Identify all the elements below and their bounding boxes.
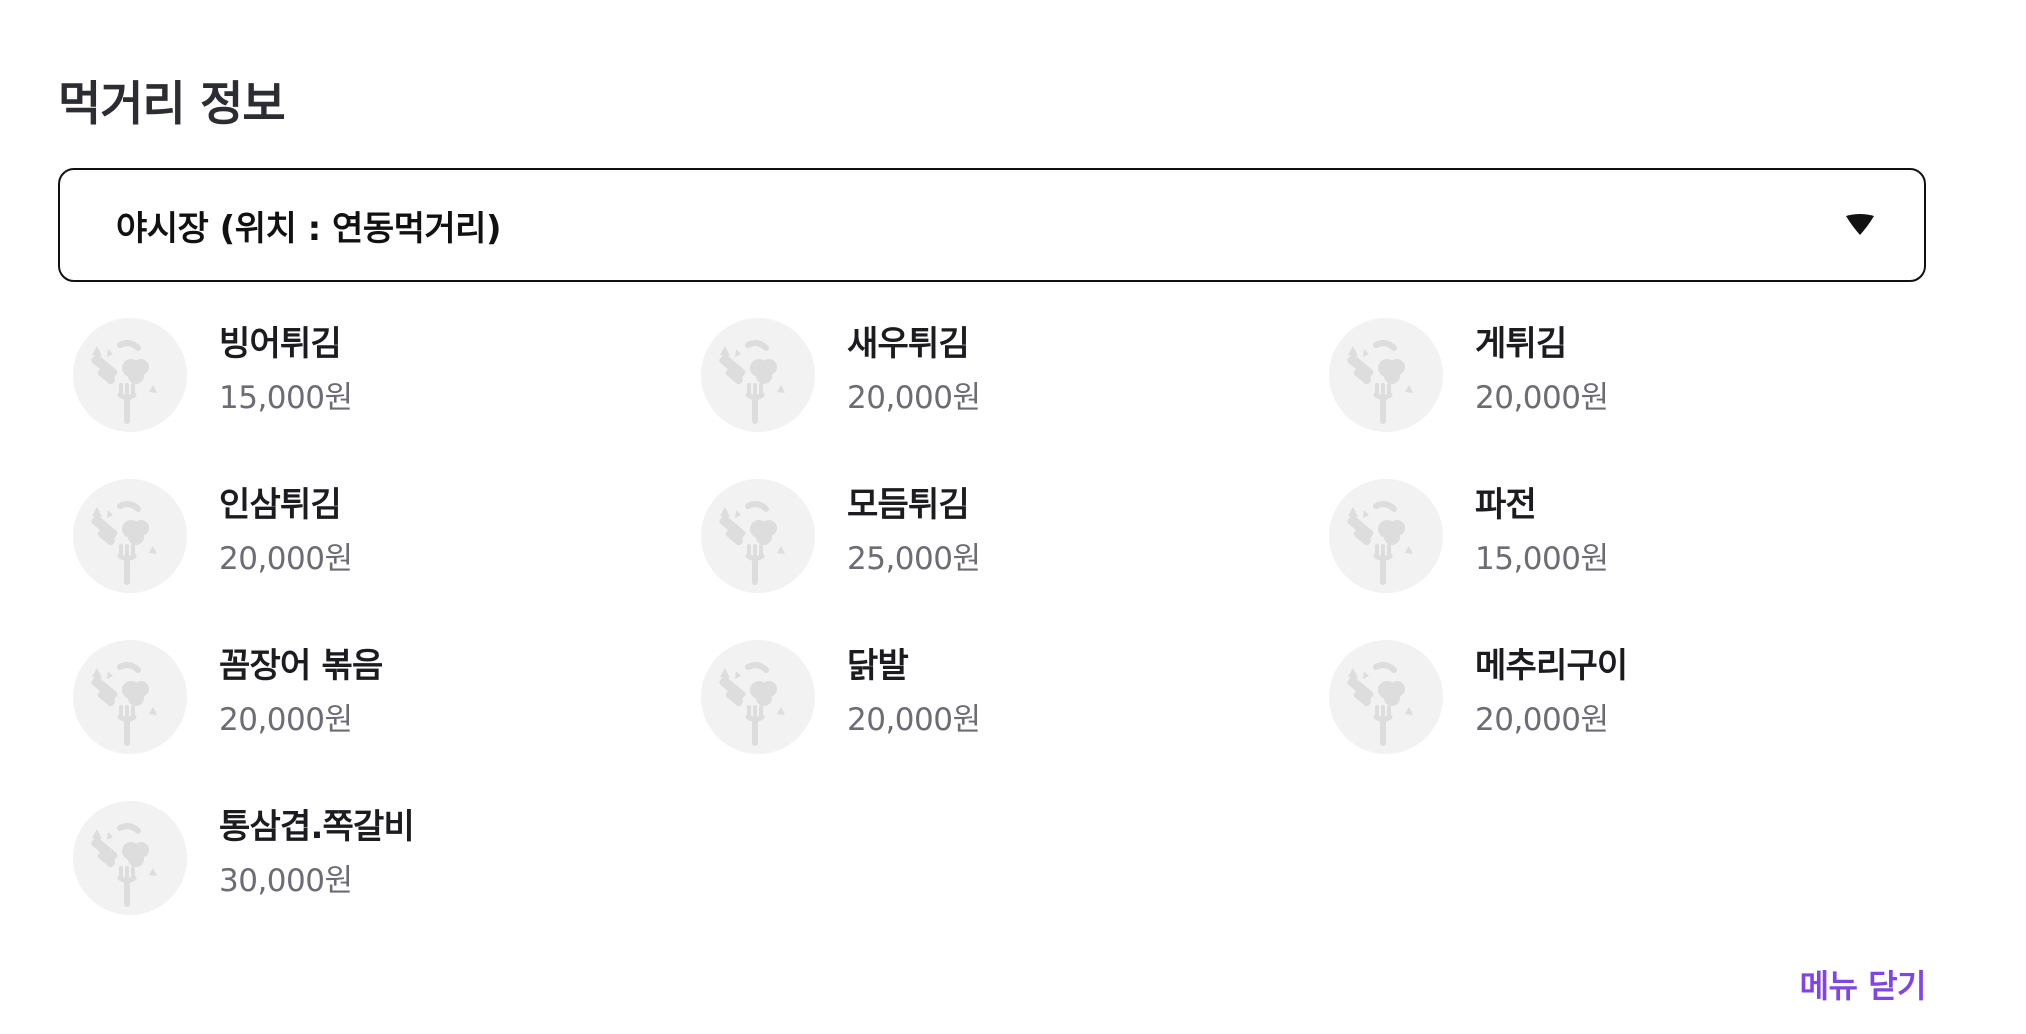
menu-item-price: 15,000원 bbox=[219, 380, 353, 416]
food-placeholder-icon bbox=[701, 640, 815, 754]
menu-item-kkomjangeo-bokkeum: 꼼장어 볶음 20,000원 bbox=[73, 640, 673, 754]
menu-item-price: 30,000원 bbox=[219, 863, 353, 899]
menu-item-ge-twigim: 게튀김 20,000원 bbox=[1329, 318, 1929, 432]
menu-item-name: 모듬튀김 bbox=[847, 485, 970, 525]
menu-item-mechuri-gui: 메추리구이 20,000원 bbox=[1329, 640, 1929, 754]
menu-item-name: 통삼겹.쪽갈비 bbox=[219, 807, 415, 847]
menu-item-insam-twigim: 인삼튀김 20,000원 bbox=[73, 479, 673, 593]
caret-down-icon bbox=[1846, 214, 1874, 235]
menu-item-price: 25,000원 bbox=[847, 541, 981, 577]
food-placeholder-icon bbox=[1329, 318, 1443, 432]
menu-item-price: 20,000원 bbox=[219, 702, 353, 738]
menu-item-name: 빙어튀김 bbox=[219, 324, 342, 364]
menu-item-price: 20,000원 bbox=[847, 702, 981, 738]
food-placeholder-icon bbox=[1329, 479, 1443, 593]
menu-item-bingeo-twigim: 빙어튀김 15,000원 bbox=[73, 318, 673, 432]
selected-market-label: 야시장 (위치 : 연동먹거리) bbox=[116, 208, 502, 249]
market-location-select[interactable]: 야시장 (위치 : 연동먹거리) bbox=[58, 168, 1926, 282]
close-menu-button[interactable]: 메뉴 닫기 bbox=[1800, 966, 1927, 1006]
menu-item-dakbal: 닭발 20,000원 bbox=[701, 640, 1301, 754]
food-placeholder-icon bbox=[701, 318, 815, 432]
food-placeholder-icon bbox=[73, 801, 187, 915]
food-placeholder-icon bbox=[73, 640, 187, 754]
food-placeholder-icon bbox=[73, 479, 187, 593]
menu-item-name: 게튀김 bbox=[1475, 324, 1567, 364]
food-placeholder-icon bbox=[701, 479, 815, 593]
menu-item-name: 새우튀김 bbox=[847, 324, 970, 364]
menu-item-price: 15,000원 bbox=[1475, 541, 1609, 577]
menu-item-name: 꼼장어 볶음 bbox=[219, 646, 383, 686]
menu-item-name: 파전 bbox=[1475, 485, 1537, 525]
menu-item-modeum-twigim: 모듬튀김 25,000원 bbox=[701, 479, 1301, 593]
menu-item-name: 메추리구이 bbox=[1475, 646, 1628, 686]
section-title: 먹거리 정보 bbox=[58, 77, 286, 132]
menu-item-price: 20,000원 bbox=[219, 541, 353, 577]
food-placeholder-icon bbox=[1329, 640, 1443, 754]
menu-item-name: 인삼튀김 bbox=[219, 485, 342, 525]
menu-list: 빙어튀김 15,000원 새우튀김 20,000원 게튀김 20,000원 인삼… bbox=[73, 318, 1973, 918]
menu-item-saewoo-twigim: 새우튀김 20,000원 bbox=[701, 318, 1301, 432]
food-placeholder-icon bbox=[73, 318, 187, 432]
menu-item-price: 20,000원 bbox=[847, 380, 981, 416]
menu-item-price: 20,000원 bbox=[1475, 380, 1609, 416]
food-info-panel: 먹거리 정보 야시장 (위치 : 연동먹거리) 빙어튀김 15,000원 새우튀… bbox=[0, 0, 2026, 1034]
menu-item-price: 20,000원 bbox=[1475, 702, 1609, 738]
menu-item-pajeon: 파전 15,000원 bbox=[1329, 479, 1929, 593]
menu-item-name: 닭발 bbox=[847, 646, 909, 686]
menu-item-tongsamgyeop-jjokgalbi: 통삼겹.쪽갈비 30,000원 bbox=[73, 801, 673, 915]
